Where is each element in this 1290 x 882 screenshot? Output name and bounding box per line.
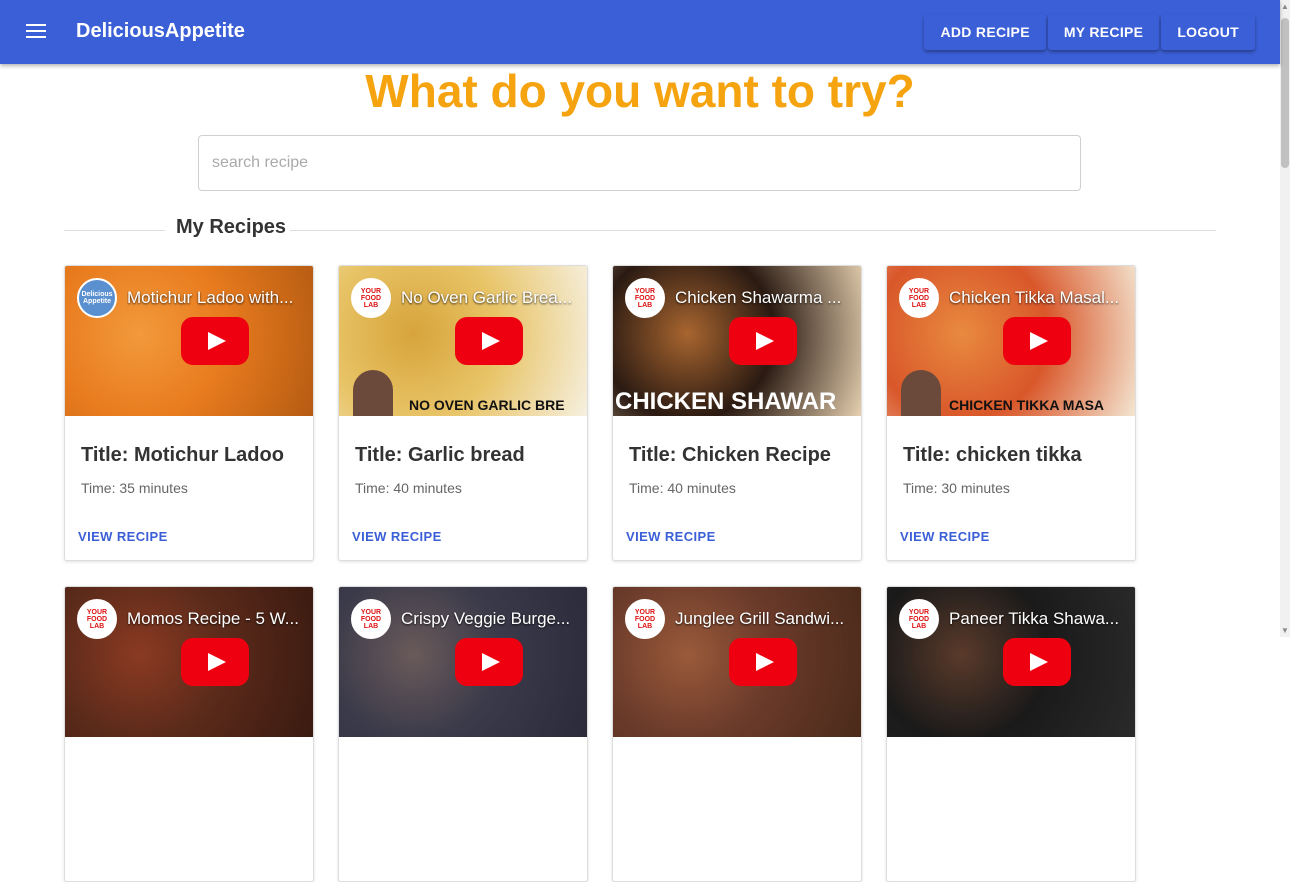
scroll-down-arrow-icon[interactable]: ▼ — [1281, 626, 1289, 635]
recipe-title: Title: Chicken Recipe — [629, 444, 831, 466]
page-scrollbar[interactable]: ▲ ▼ — [1280, 0, 1290, 637]
section-title: My Recipes — [176, 216, 287, 238]
channel-logo-icon[interactable]: YOUR FOOD LAB — [77, 599, 117, 639]
view-recipe-button[interactable]: VIEW RECIPE — [900, 529, 990, 544]
recipe-time: Time: 40 minutes — [629, 480, 736, 496]
video-thumbnail[interactable]: YOUR FOOD LAB Chicken Tikka Masal... CHICK… — [887, 266, 1135, 416]
youtube-play-icon[interactable] — [455, 638, 523, 686]
video-title[interactable]: No Oven Garlic Brea... — [401, 288, 581, 308]
nav-buttons: ADD RECIPE MY RECIPE LOGOUT — [924, 14, 1255, 50]
video-thumbnail[interactable]: Delicious Appetite Motichur Ladoo with... — [65, 266, 313, 416]
video-thumbnail[interactable]: YOUR FOOD LAB Momos Recipe - 5 W... — [65, 587, 313, 737]
video-thumbnail[interactable]: YOUR FOOD LAB Junglee Grill Sandwi... — [613, 587, 861, 737]
video-title[interactable]: Junglee Grill Sandwi... — [675, 609, 855, 629]
video-title[interactable]: Chicken Shawarma ... — [675, 288, 855, 308]
video-thumbnail[interactable]: YOUR FOOD LAB Chicken Shawarma ... CHICKEN… — [613, 266, 861, 416]
thumbnail-banner-text: CHICKEN TIKKA MASA — [949, 397, 1105, 413]
recipe-title: Title: chicken tikka — [903, 444, 1082, 466]
youtube-play-icon[interactable] — [455, 317, 523, 365]
my-recipe-button[interactable]: MY RECIPE — [1047, 14, 1160, 50]
channel-logo-icon[interactable]: YOUR FOOD LAB — [625, 278, 665, 318]
recipe-card: YOUR FOOD LAB Junglee Grill Sandwi... — [612, 586, 862, 882]
channel-logo-icon[interactable]: YOUR FOOD LAB — [351, 599, 391, 639]
youtube-play-icon[interactable] — [1003, 317, 1071, 365]
thumbnail-banner-text: CHICKEN SHAWAR — [615, 388, 837, 415]
video-title[interactable]: Chicken Tikka Masal... — [949, 288, 1129, 308]
youtube-play-icon[interactable] — [181, 638, 249, 686]
youtube-play-icon[interactable] — [729, 638, 797, 686]
app-title[interactable]: DeliciousAppetite — [76, 20, 245, 43]
recipe-time: Time: 30 minutes — [903, 480, 1010, 496]
youtube-play-icon[interactable] — [1003, 638, 1071, 686]
recipe-time: Time: 35 minutes — [81, 480, 188, 496]
video-thumbnail[interactable]: YOUR FOOD LAB No Oven Garlic Brea... NO OV… — [339, 266, 587, 416]
video-title[interactable]: Paneer Tikka Shawa... — [949, 609, 1129, 629]
video-title[interactable]: Motichur Ladoo with... — [127, 288, 307, 308]
recipe-card: YOUR FOOD LAB Momos Recipe - 5 W... — [64, 586, 314, 882]
view-recipe-button[interactable]: VIEW RECIPE — [626, 529, 716, 544]
video-title[interactable]: Momos Recipe - 5 W... — [127, 609, 307, 629]
recipe-card: YOUR FOOD LAB Chicken Tikka Masal... CHICK… — [886, 265, 1136, 561]
video-thumbnail[interactable]: YOUR FOOD LAB Paneer Tikka Shawa... — [887, 587, 1135, 737]
channel-logo-icon[interactable]: YOUR FOOD LAB — [351, 278, 391, 318]
add-recipe-button[interactable]: ADD RECIPE — [924, 14, 1046, 50]
hamburger-menu-icon[interactable] — [18, 20, 54, 44]
app-bar: DeliciousAppetite ADD RECIPE MY RECIPE L… — [0, 0, 1280, 64]
section-divider-right — [290, 230, 1216, 231]
thumbnail-banner-text: NO OVEN GARLIC BRE — [409, 397, 565, 413]
recipe-card: YOUR FOOD LAB Crispy Veggie Burge... — [338, 586, 588, 882]
video-title[interactable]: Crispy Veggie Burge... — [401, 609, 581, 629]
section-divider-left — [64, 230, 165, 231]
video-thumbnail[interactable]: YOUR FOOD LAB Crispy Veggie Burge... — [339, 587, 587, 737]
youtube-play-icon[interactable] — [729, 317, 797, 365]
recipe-card: YOUR FOOD LAB Chicken Shawarma ... CHICKEN… — [612, 265, 862, 561]
recipe-time: Time: 40 minutes — [355, 480, 462, 496]
recipe-title: Title: Garlic bread — [355, 444, 525, 466]
recipe-card: YOUR FOOD LAB Paneer Tikka Shawa... — [886, 586, 1136, 882]
page-headline: What do you want to try? — [365, 65, 915, 117]
recipe-card: Delicious Appetite Motichur Ladoo with...… — [64, 265, 314, 561]
youtube-play-icon[interactable] — [181, 317, 249, 365]
view-recipe-button[interactable]: VIEW RECIPE — [78, 529, 168, 544]
logout-button[interactable]: LOGOUT — [1161, 14, 1255, 50]
search-input[interactable] — [198, 135, 1081, 191]
channel-logo-icon[interactable]: Delicious Appetite — [77, 278, 117, 318]
scroll-up-arrow-icon[interactable]: ▲ — [1281, 2, 1289, 11]
view-recipe-button[interactable]: VIEW RECIPE — [352, 529, 442, 544]
channel-logo-icon[interactable]: YOUR FOOD LAB — [625, 599, 665, 639]
scrollbar-thumb[interactable] — [1281, 18, 1289, 168]
channel-logo-icon[interactable]: YOUR FOOD LAB — [899, 278, 939, 318]
channel-logo-icon[interactable]: YOUR FOOD LAB — [899, 599, 939, 639]
recipe-title: Title: Motichur Ladoo — [81, 444, 284, 466]
recipe-card: YOUR FOOD LAB No Oven Garlic Brea... NO OV… — [338, 265, 588, 561]
